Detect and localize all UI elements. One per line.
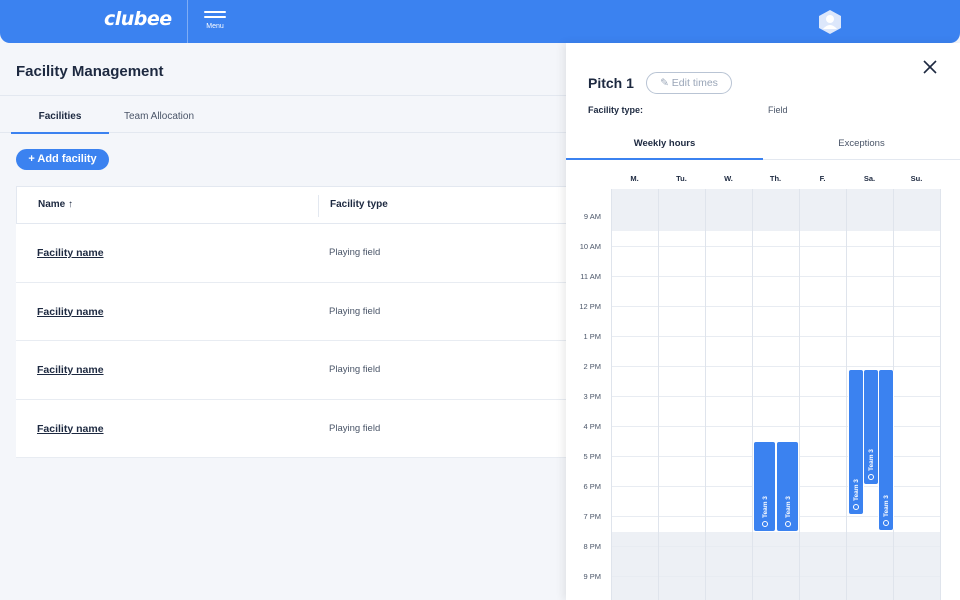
day-header-sunday: Su. [910,174,923,183]
panel-title: Pitch 1 [588,75,634,91]
facility-name-link[interactable]: Facility name [37,341,104,399]
facility-type-value: Field [768,105,788,115]
table-row: Facility name Playing field [16,341,576,400]
user-avatar-icon[interactable] [818,9,842,35]
clubee-logo[interactable]: clubee [104,8,172,30]
event-team-name: Team 3 [883,495,890,517]
hour-label: 5 PM [583,452,601,461]
facility-detail-panel: Pitch 1 ✎ Edit times Facility type: Fiel… [566,43,960,600]
column-header-facility-type[interactable]: Facility type [330,187,388,223]
table-row: Facility name Playing field [16,399,576,458]
tab-weekly-hours[interactable]: Weekly hours [566,132,763,160]
hour-label: 11 AM [580,272,601,281]
menu-icon-bar [204,16,226,18]
table-row: Facility name Playing field [16,282,576,341]
calendar-event[interactable]: Team 3 [863,369,879,485]
facility-name-link[interactable]: Facility name [37,283,104,341]
hour-label: 9 PM [583,572,601,581]
day-gridline [799,189,800,600]
hour-label: 7 PM [583,512,601,521]
event-team-name: Team 3 [784,496,792,518]
facility-type-cell: Playing field [329,364,381,375]
hour-label: 4 PM [583,422,601,431]
hour-gridline [611,336,941,337]
menu-icon [204,11,226,13]
edit-times-button[interactable]: ✎ Edit times [646,72,732,94]
day-gridline [705,189,706,600]
calendar-event[interactable]: Team 3 [848,369,864,515]
page-title: Facility Management [16,63,164,80]
hour-label: 9 AM [583,212,601,221]
recurring-icon [853,504,860,510]
tab-team-allocation[interactable]: Team Allocation [112,96,206,133]
facility-type-cell: Playing field [329,305,381,317]
calendar-event[interactable]: Team 3 [753,441,776,532]
day-header-friday: F. [819,174,826,183]
day-gridline [940,189,941,600]
facility-type-cell: Playing field [329,247,381,258]
tab-facilities[interactable]: Facilities [11,96,109,134]
menu-button[interactable]: Menu [202,10,228,34]
hour-label: 2 PM [583,362,601,371]
tab-exceptions[interactable]: Exceptions [763,132,960,159]
facility-name-link[interactable]: Facility name [37,400,104,458]
calendar-grid[interactable]: Team 3 Team 3 Team 3 Team 3 Team 3 [611,189,941,600]
event-label: Team 3 [762,496,769,527]
recurring-icon [784,521,791,527]
day-header-wednesday: W. [724,174,733,183]
top-bar: clubee Menu [0,0,960,43]
column-header-name[interactable]: Name ↑ [38,187,73,223]
day-header-saturday: Sa. [863,174,876,183]
hour-label: 12 PM [579,302,601,311]
day-header-thursday: Th. [769,174,782,183]
hour-label: 10 AM [579,242,601,251]
facility-type-label: Facility type: [588,105,644,115]
hour-label: 3 PM [583,392,601,401]
table-row: Facility name Playing field [16,224,576,283]
day-gridline [611,189,612,600]
table-header: Name ↑ Facility type [16,186,576,224]
calendar-event[interactable]: Team 3 [878,369,894,531]
day-gridline [846,189,847,600]
event-team-name: Team 3 [853,479,860,501]
add-facility-button[interactable]: + Add facility [16,149,109,170]
event-team-name: Team 3 [868,449,875,471]
event-label: Team 3 [883,495,890,526]
closed-hours-block [611,532,941,600]
event-label: Team 3 [868,449,875,480]
panel-tabs: Weekly hours Exceptions [566,132,960,160]
day-gridline [658,189,659,600]
event-label: Team 3 [853,479,860,510]
recurring-icon [761,521,768,527]
event-label: Team 3 [785,496,792,527]
recurring-icon [883,520,890,526]
recurring-icon [868,474,875,480]
close-icon[interactable] [923,60,937,74]
hour-gridline [611,546,941,547]
facilities-table: Name ↑ Facility type Facility name Playi… [16,186,576,458]
day-header-monday: M. [630,174,639,183]
header-divider [187,0,188,43]
facility-type-cell: Playing field [329,422,381,434]
hour-label: 1 PM [583,332,601,341]
hour-gridline [611,306,941,307]
weekly-calendar: M. Tu. W. Th. F. Sa. Su. 9 AM 10 AM 11 A… [566,167,960,600]
hour-gridline [611,246,941,247]
hour-label: 8 PM [583,542,601,551]
facility-name-link[interactable]: Facility name [37,224,104,282]
menu-label: Menu [206,23,224,30]
closed-hours-block [611,189,941,231]
day-gridline [752,189,753,600]
calendar-event[interactable]: Team 3 [776,441,799,532]
event-team-name: Team 3 [761,496,769,518]
hour-label: 6 PM [583,482,601,491]
hour-gridline [611,366,941,367]
day-header-tuesday: Tu. [676,174,687,183]
facility-tabs: Facilities Team Allocation [0,95,566,134]
hour-gridline [611,576,941,577]
column-divider [318,195,319,217]
hour-gridline [611,276,941,277]
